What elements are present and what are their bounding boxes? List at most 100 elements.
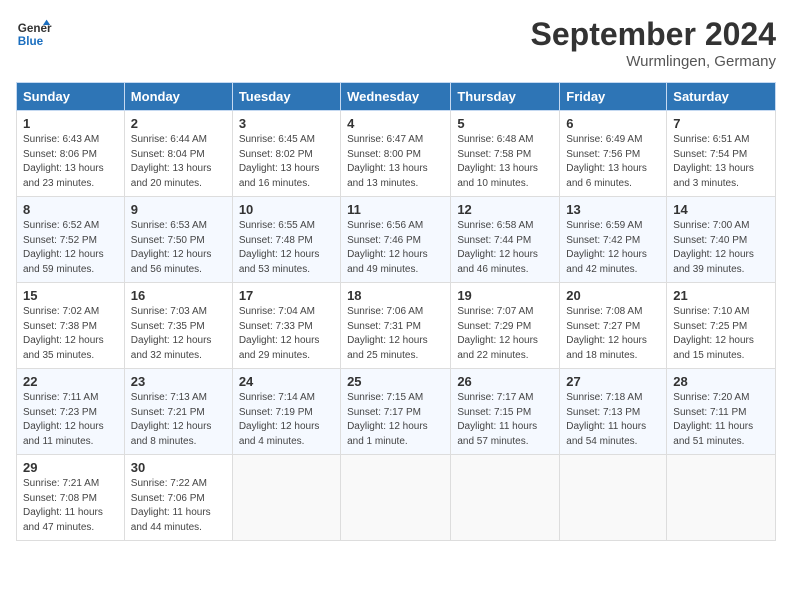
day-number: 18 (347, 288, 444, 303)
day-number: 23 (131, 374, 226, 389)
day-number: 12 (457, 202, 553, 217)
day-info: Sunrise: 7:08 AMSunset: 7:27 PMDaylight:… (566, 305, 660, 363)
day-number: 5 (457, 116, 553, 131)
calendar-cell: 26 Sunrise: 7:17 AMSunset: 7:15 PMDayligh… (451, 369, 560, 455)
day-info: Sunrise: 6:45 AMSunset: 8:02 PMDaylight:… (239, 133, 334, 191)
calendar-cell: 25 Sunrise: 7:15 AMSunset: 7:17 PMDayligh… (341, 369, 451, 455)
calendar-cell: 13 Sunrise: 6:59 AMSunset: 7:42 PMDayligh… (560, 197, 667, 283)
day-number: 24 (239, 374, 334, 389)
day-info: Sunrise: 6:51 AMSunset: 7:54 PMDaylight:… (673, 133, 769, 191)
calendar-cell (667, 455, 776, 541)
location-subtitle: Wurmlingen, Germany (531, 53, 776, 70)
day-info: Sunrise: 7:14 AMSunset: 7:19 PMDaylight:… (239, 391, 334, 449)
calendar-cell: 12 Sunrise: 6:58 AMSunset: 7:44 PMDayligh… (451, 197, 560, 283)
day-number: 14 (673, 202, 769, 217)
calendar-cell: 5 Sunrise: 6:48 AMSunset: 7:58 PMDaylight… (451, 111, 560, 197)
day-info: Sunrise: 6:58 AMSunset: 7:44 PMDaylight:… (457, 219, 553, 277)
day-number: 11 (347, 202, 444, 217)
calendar-cell: 6Sunrise: 6:49 AMSunset: 7:56 PMDaylight… (560, 111, 667, 197)
day-info: Sunrise: 7:22 AMSunset: 7:06 PMDaylight:… (131, 477, 226, 535)
day-number: 7 (673, 116, 769, 131)
day-number: 27 (566, 374, 660, 389)
calendar-cell: 4 Sunrise: 6:47 AMSunset: 8:00 PMDaylight… (341, 111, 451, 197)
day-info: Sunrise: 6:47 AMSunset: 8:00 PMDaylight:… (347, 133, 444, 191)
day-info: Sunrise: 7:00 AMSunset: 7:40 PMDaylight:… (673, 219, 769, 277)
day-info: Sunrise: 7:02 AMSunset: 7:38 PMDaylight:… (23, 305, 118, 363)
calendar-cell: 1 Sunrise: 6:43 AMSunset: 8:06 PMDaylight… (17, 111, 125, 197)
col-header-wednesday: Wednesday (341, 83, 451, 111)
month-title: September 2024 (531, 16, 776, 53)
calendar-cell: 24 Sunrise: 7:14 AMSunset: 7:19 PMDayligh… (232, 369, 340, 455)
day-info: Sunrise: 6:53 AMSunset: 7:50 PMDaylight:… (131, 219, 226, 277)
col-header-monday: Monday (124, 83, 232, 111)
day-number: 6 (566, 116, 660, 131)
calendar-week-2: 8 Sunrise: 6:52 AMSunset: 7:52 PMDaylight… (17, 197, 776, 283)
calendar-cell: 3 Sunrise: 6:45 AMSunset: 8:02 PMDaylight… (232, 111, 340, 197)
day-info: Sunrise: 6:52 AMSunset: 7:52 PMDaylight:… (23, 219, 118, 277)
day-info: Sunrise: 6:43 AMSunset: 8:06 PMDaylight:… (23, 133, 118, 191)
day-number: 10 (239, 202, 334, 217)
calendar-cell: 2Sunrise: 6:44 AMSunset: 8:04 PMDaylight… (124, 111, 232, 197)
calendar-cell: 22 Sunrise: 7:11 AMSunset: 7:23 PMDayligh… (17, 369, 125, 455)
day-info: Sunrise: 7:20 AMSunset: 7:11 PMDaylight:… (673, 391, 769, 449)
header: General Blue September 2024 Wurmlingen, … (16, 16, 776, 70)
day-number: 28 (673, 374, 769, 389)
day-info: Sunrise: 7:07 AMSunset: 7:29 PMDaylight:… (457, 305, 553, 363)
calendar-cell: 20 Sunrise: 7:08 AMSunset: 7:27 PMDayligh… (560, 283, 667, 369)
day-number: 29 (23, 460, 118, 475)
col-header-friday: Friday (560, 83, 667, 111)
day-info: Sunrise: 7:10 AMSunset: 7:25 PMDaylight:… (673, 305, 769, 363)
calendar-cell: 7 Sunrise: 6:51 AMSunset: 7:54 PMDaylight… (667, 111, 776, 197)
day-info: Sunrise: 7:04 AMSunset: 7:33 PMDaylight:… (239, 305, 334, 363)
day-info: Sunrise: 7:15 AMSunset: 7:17 PMDaylight:… (347, 391, 444, 449)
svg-text:Blue: Blue (18, 35, 44, 48)
day-info: Sunrise: 7:06 AMSunset: 7:31 PMDaylight:… (347, 305, 444, 363)
day-info: Sunrise: 6:48 AMSunset: 7:58 PMDaylight:… (457, 133, 553, 191)
calendar-cell: 17 Sunrise: 7:04 AMSunset: 7:33 PMDayligh… (232, 283, 340, 369)
title-area: September 2024 Wurmlingen, Germany (531, 16, 776, 70)
logo: General Blue (16, 16, 52, 52)
calendar-cell: 14 Sunrise: 7:00 AMSunset: 7:40 PMDayligh… (667, 197, 776, 283)
day-info: Sunrise: 6:59 AMSunset: 7:42 PMDaylight:… (566, 219, 660, 277)
day-number: 30 (131, 460, 226, 475)
calendar-week-1: 1 Sunrise: 6:43 AMSunset: 8:06 PMDaylight… (17, 111, 776, 197)
day-number: 2 (131, 116, 226, 131)
day-number: 17 (239, 288, 334, 303)
col-header-saturday: Saturday (667, 83, 776, 111)
day-info: Sunrise: 7:11 AMSunset: 7:23 PMDaylight:… (23, 391, 118, 449)
calendar-cell: 27 Sunrise: 7:18 AMSunset: 7:13 PMDayligh… (560, 369, 667, 455)
calendar-cell: 18 Sunrise: 7:06 AMSunset: 7:31 PMDayligh… (341, 283, 451, 369)
day-number: 15 (23, 288, 118, 303)
day-number: 4 (347, 116, 444, 131)
calendar-cell: 30 Sunrise: 7:22 AMSunset: 7:06 PMDayligh… (124, 455, 232, 541)
calendar-week-3: 15 Sunrise: 7:02 AMSunset: 7:38 PMDayligh… (17, 283, 776, 369)
day-number: 1 (23, 116, 118, 131)
day-number: 3 (239, 116, 334, 131)
calendar-cell: 19Sunrise: 7:07 AMSunset: 7:29 PMDayligh… (451, 283, 560, 369)
day-number: 26 (457, 374, 553, 389)
day-number: 25 (347, 374, 444, 389)
calendar-cell: 9Sunrise: 6:53 AMSunset: 7:50 PMDaylight… (124, 197, 232, 283)
day-info: Sunrise: 6:56 AMSunset: 7:46 PMDaylight:… (347, 219, 444, 277)
day-number: 13 (566, 202, 660, 217)
calendar-cell: 21Sunrise: 7:10 AMSunset: 7:25 PMDayligh… (667, 283, 776, 369)
day-number: 16 (131, 288, 226, 303)
col-header-thursday: Thursday (451, 83, 560, 111)
calendar-cell: 29Sunrise: 7:21 AMSunset: 7:08 PMDayligh… (17, 455, 125, 541)
day-info: Sunrise: 7:03 AMSunset: 7:35 PMDaylight:… (131, 305, 226, 363)
calendar-cell (232, 455, 340, 541)
calendar-cell: 11 Sunrise: 6:56 AMSunset: 7:46 PMDayligh… (341, 197, 451, 283)
calendar-cell (451, 455, 560, 541)
calendar-cell: 15 Sunrise: 7:02 AMSunset: 7:38 PMDayligh… (17, 283, 125, 369)
calendar-cell (560, 455, 667, 541)
day-info: Sunrise: 6:55 AMSunset: 7:48 PMDaylight:… (239, 219, 334, 277)
day-info: Sunrise: 7:17 AMSunset: 7:15 PMDaylight:… (457, 391, 553, 449)
day-number: 8 (23, 202, 118, 217)
calendar-cell: 8 Sunrise: 6:52 AMSunset: 7:52 PMDaylight… (17, 197, 125, 283)
day-number: 22 (23, 374, 118, 389)
day-info: Sunrise: 7:18 AMSunset: 7:13 PMDaylight:… (566, 391, 660, 449)
day-number: 20 (566, 288, 660, 303)
calendar-table: SundayMondayTuesdayWednesdayThursdayFrid… (16, 82, 776, 541)
calendar-cell: 16 Sunrise: 7:03 AMSunset: 7:35 PMDayligh… (124, 283, 232, 369)
logo-icon: General Blue (16, 16, 52, 52)
